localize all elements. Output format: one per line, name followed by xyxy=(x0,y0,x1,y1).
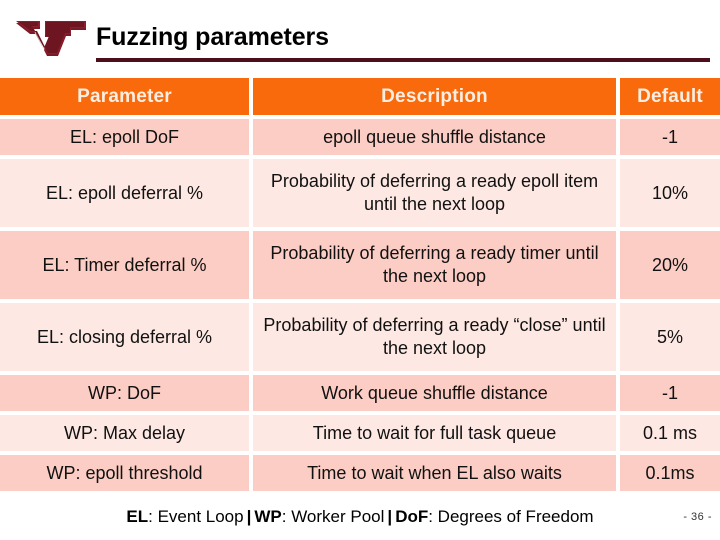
table-header-row: Parameter Description Default xyxy=(0,78,720,119)
table-row: WP: DoF Work queue shuffle distance -1 xyxy=(0,375,720,415)
column-header-default: Default xyxy=(620,78,720,119)
slide-root: Fuzzing parameters Parameter Description… xyxy=(0,0,720,540)
cell-description: epoll queue shuffle distance xyxy=(253,119,620,159)
footer-legend: EL: Event Loop | WP: Worker Pool | DoF: Degr… xyxy=(0,506,720,528)
cell-default: -1 xyxy=(620,375,720,415)
table-row: WP: epoll threshold Time to wait when EL… xyxy=(0,455,720,495)
table-row: EL: closing deferral % Probability of de… xyxy=(0,303,720,375)
legend-separator: | xyxy=(387,507,393,526)
cell-description: Probability of deferring a ready timer u… xyxy=(253,231,620,303)
legend-wp-text: : Worker Pool xyxy=(281,507,385,526)
page-title: Fuzzing parameters xyxy=(96,23,329,51)
cell-parameter: EL: closing deferral % xyxy=(0,303,253,375)
cell-parameter: WP: Max delay xyxy=(0,415,253,455)
cell-parameter: EL: epoll deferral % xyxy=(0,159,253,231)
vt-logo-icon xyxy=(14,19,88,59)
table-row: EL: epoll DoF epoll queue shuffle distan… xyxy=(0,119,720,159)
table-row: EL: epoll deferral % Probability of defe… xyxy=(0,159,720,231)
cell-description: Probability of deferring a ready epoll i… xyxy=(253,159,620,231)
table-header: Parameter Description Default xyxy=(0,78,720,119)
legend-el-text: : Event Loop xyxy=(148,507,244,526)
cell-default: 5% xyxy=(620,303,720,375)
cell-default: -1 xyxy=(620,119,720,159)
table-row: WP: Max delay Time to wait for full task… xyxy=(0,415,720,455)
column-header-description: Description xyxy=(253,78,620,119)
title-underline-rule xyxy=(96,58,710,62)
slide-number: - 36 - xyxy=(683,511,712,523)
cell-description: Probability of deferring a ready “close”… xyxy=(253,303,620,375)
table-row: EL: Timer deferral % Probability of defe… xyxy=(0,231,720,303)
legend-separator: | xyxy=(246,507,252,526)
column-header-parameter: Parameter xyxy=(0,78,253,119)
fuzzing-parameters-table: Parameter Description Default EL: epoll … xyxy=(0,78,720,495)
cell-description: Work queue shuffle distance xyxy=(253,375,620,415)
cell-default: 10% xyxy=(620,159,720,231)
slide-header: Fuzzing parameters xyxy=(0,0,720,76)
legend-el-abbr: EL xyxy=(126,507,149,526)
legend-dof-abbr: DoF xyxy=(395,507,429,526)
cell-parameter: WP: epoll threshold xyxy=(0,455,253,495)
cell-description: Time to wait for full task queue xyxy=(253,415,620,455)
legend-wp-abbr: WP xyxy=(254,507,282,526)
cell-parameter: EL: epoll DoF xyxy=(0,119,253,159)
legend-dof-text: : Degrees of Freedom xyxy=(428,507,594,526)
cell-description: Time to wait when EL also waits xyxy=(253,455,620,495)
cell-default: 20% xyxy=(620,231,720,303)
cell-parameter: WP: DoF xyxy=(0,375,253,415)
cell-default: 0.1 ms xyxy=(620,415,720,455)
cell-parameter: EL: Timer deferral % xyxy=(0,231,253,303)
table-body: EL: epoll DoF epoll queue shuffle distan… xyxy=(0,119,720,495)
cell-default: 0.1ms xyxy=(620,455,720,495)
